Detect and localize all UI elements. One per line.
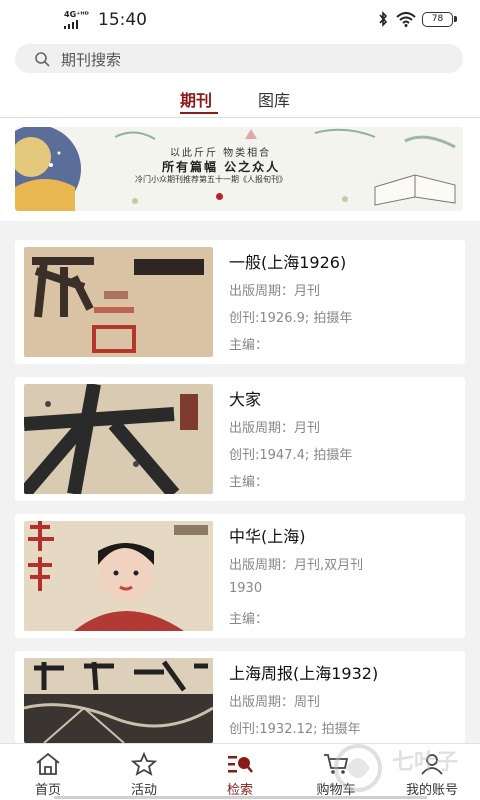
magazine-cover — [24, 658, 213, 743]
watermark: 七叶子 — [322, 738, 472, 798]
nav-activity[interactable]: 活动 — [96, 744, 192, 800]
magazine-title: 一般(上海1926) — [229, 253, 347, 272]
watermark-logo-icon — [334, 744, 382, 792]
magazine-period: 出版周期：月刊 — [229, 284, 321, 299]
nav-search[interactable]: 检索 — [192, 744, 288, 800]
magazine-title: 上海周报(上海1932) — [229, 664, 379, 683]
clock: 15:40 — [98, 10, 147, 30]
search-icon — [35, 52, 50, 67]
magazine-founded: 创刊:1932.12; 拍摄年 — [229, 722, 361, 737]
search-list-icon — [228, 756, 254, 773]
nav-home[interactable]: 首页 — [0, 744, 96, 800]
magazine-card[interactable]: 大家 出版周期：月刊 创刊:1947.4; 拍摄年 主编： — [15, 377, 465, 501]
magazine-title: 中华(上海) — [229, 527, 306, 546]
magazine-card[interactable]: 中华(上海) 出版周期：月刊,双月刊 1930 主编： — [15, 514, 465, 638]
status-bar: 4G⁺ᴴᴰ 15:40 78 — [0, 0, 480, 40]
magazine-period: 出版周期：周刊 — [229, 695, 321, 710]
network-indicator: 4G⁺ᴴᴰ — [64, 10, 89, 19]
tab-periodicals[interactable]: 期刊 — [180, 87, 212, 111]
signal-icon — [64, 20, 78, 29]
banner-line-1: 以此斤斤 物类相合 — [170, 148, 272, 159]
magazine-editor: 主编： — [229, 338, 269, 353]
magazine-founded: 创刊:1947.4; 拍摄年 — [229, 448, 353, 463]
search-input[interactable]: 期刊搜索 — [15, 44, 463, 73]
tab-active-indicator — [180, 112, 218, 114]
magazine-period: 出版周期：月刊 — [229, 421, 321, 436]
magazine-card[interactable]: 一般(上海1926) 出版周期：月刊 创刊:1926.9; 拍摄年 主编： — [15, 240, 465, 364]
magazine-founded: 1930 — [229, 581, 263, 596]
carousel-indicator[interactable] — [216, 193, 223, 200]
watermark-text: 七叶子 — [392, 750, 459, 775]
promo-banner[interactable]: 以此斤斤 物类相合 所有篇幅 公之众人 冷门小众期刊推荐第五十一期《人报旬刊》 — [15, 127, 463, 211]
magazine-editor: 主编： — [229, 612, 269, 627]
magazine-period: 出版周期：月刊,双月刊 — [229, 558, 364, 573]
star-icon — [130, 752, 158, 776]
search-placeholder: 期刊搜索 — [61, 51, 122, 69]
banner-line-3: 冷门小众期刊推荐第五十一期《人报旬刊》 — [135, 175, 287, 184]
magazine-cover — [24, 247, 213, 357]
magazine-founded: 创刊:1926.9; 拍摄年 — [229, 311, 353, 326]
tab-gallery[interactable]: 图库 — [258, 87, 290, 111]
battery-indicator: 78 — [422, 12, 457, 27]
home-icon — [36, 752, 60, 775]
magazine-title: 大家 — [229, 390, 262, 409]
magazine-cover — [24, 521, 213, 631]
banner-line-2: 所有篇幅 公之众人 — [162, 160, 281, 174]
wifi-icon — [396, 12, 416, 27]
magazine-editor: 主编： — [229, 475, 269, 490]
magazine-cover — [24, 384, 213, 494]
bluetooth-icon — [379, 11, 388, 27]
gesture-bar[interactable] — [54, 796, 427, 799]
magazine-card[interactable]: 上海周报(上海1932) 出版周期：周刊 创刊:1932.12; 拍摄年 — [15, 651, 465, 743]
